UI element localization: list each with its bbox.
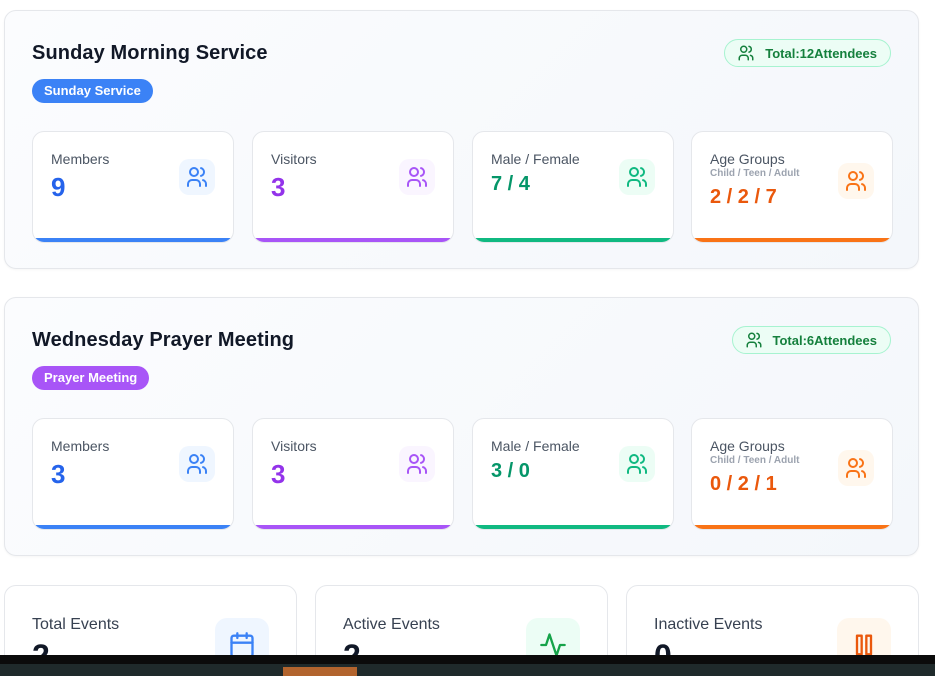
members-count: 9 [51, 172, 66, 202]
users-icon [399, 159, 435, 195]
age-groups-count: 2 / 2 / 7 [710, 186, 777, 208]
service-type-badge: Prayer Meeting [32, 366, 150, 390]
members-count: 3 [51, 459, 66, 489]
accent-bar [473, 238, 673, 242]
visitors-count: 3 [271, 172, 286, 202]
total-attendees-text: Total:6Attendees [772, 332, 878, 348]
stat-label: Total Events [32, 616, 120, 633]
stat-label: Inactive Events [654, 616, 763, 633]
service-title: Sunday Morning Service [32, 42, 268, 64]
gender-count: 7 / 4 [491, 173, 530, 195]
members-stat-card: Members 3 [32, 418, 234, 530]
stat-label: Members [51, 438, 110, 454]
age-groups-stat-card: Age Groups Child / Teen / Adult 0 / 2 / … [691, 418, 893, 530]
users-icon [179, 446, 215, 482]
age-groups-subtitle: Child / Teen / Adult [710, 455, 800, 466]
stat-label: Male / Female [491, 438, 580, 454]
accent-bar [473, 525, 673, 529]
users-icon [619, 446, 655, 482]
users-icon [838, 450, 874, 486]
stat-label: Male / Female [491, 151, 580, 167]
taskbar [0, 655, 935, 676]
users-icon [838, 163, 874, 199]
stat-label: Visitors [271, 151, 317, 167]
users-icon [179, 159, 215, 195]
accent-bar [692, 525, 892, 529]
stat-label: Active Events [343, 616, 440, 633]
users-icon [746, 332, 761, 348]
service-card-sunday: Sunday Morning Service Sunday Service To… [4, 10, 919, 269]
gender-count: 3 / 0 [491, 460, 530, 482]
accent-bar [692, 238, 892, 242]
taskbar-border [0, 655, 935, 664]
gender-stat-card: Male / Female 3 / 0 [472, 418, 674, 530]
age-groups-stat-card: Age Groups Child / Teen / Adult 2 / 2 / … [691, 131, 893, 243]
total-attendees-badge: Total:12Attendees [724, 39, 891, 67]
users-icon [738, 45, 754, 61]
accent-bar [253, 525, 453, 529]
taskbar-active-app[interactable] [283, 667, 357, 676]
service-card-wednesday: Wednesday Prayer Meeting Prayer Meeting … [4, 297, 919, 556]
age-groups-count: 0 / 2 / 1 [710, 473, 777, 495]
stat-label: Age Groups [710, 151, 785, 167]
total-attendees-text: Total:12Attendees [765, 45, 877, 61]
age-groups-subtitle: Child / Teen / Adult [710, 168, 800, 179]
users-icon [619, 159, 655, 195]
accent-bar [253, 238, 453, 242]
accent-bar [33, 238, 233, 242]
accent-bar [33, 525, 233, 529]
service-type-badge: Sunday Service [32, 79, 153, 103]
users-icon [399, 446, 435, 482]
stat-label: Age Groups [710, 438, 785, 454]
stat-label: Visitors [271, 438, 317, 454]
visitors-stat-card: Visitors 3 [252, 418, 454, 530]
total-attendees-badge: Total:6Attendees [731, 326, 891, 354]
visitors-count: 3 [271, 459, 286, 489]
stat-label: Members [51, 151, 110, 167]
service-title: Wednesday Prayer Meeting [32, 329, 295, 351]
members-stat-card: Members 9 [32, 131, 234, 243]
visitors-stat-card: Visitors 3 [252, 131, 454, 243]
gender-stat-card: Male / Female 7 / 4 [472, 131, 674, 243]
